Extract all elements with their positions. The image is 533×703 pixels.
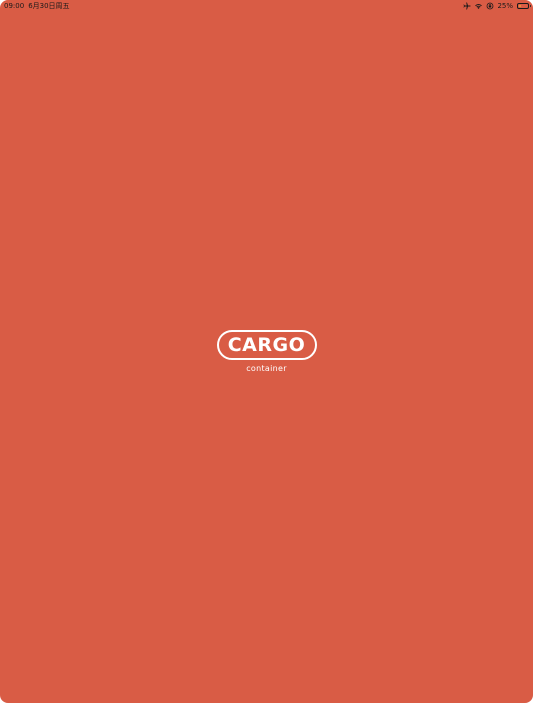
logo-subtitle: container bbox=[246, 364, 287, 373]
cargo-logo: CARGO bbox=[216, 330, 317, 360]
status-time: 09:00 bbox=[4, 2, 25, 10]
status-left: 09:00 6月30日周五 bbox=[4, 1, 70, 11]
logo-text: CARGO bbox=[227, 333, 306, 356]
status-bar: 09:00 6月30日周五 25% bbox=[0, 0, 533, 12]
orientation-lock-icon bbox=[486, 2, 494, 10]
app-screen: 09:00 6月30日周五 25% CARGO container bbox=[0, 0, 533, 703]
battery-level bbox=[519, 5, 521, 7]
battery-icon bbox=[517, 3, 531, 9]
airplane-icon bbox=[463, 2, 472, 10]
wifi-icon bbox=[474, 2, 483, 10]
splash-logo: CARGO container bbox=[0, 330, 533, 373]
status-right: 25% bbox=[463, 2, 531, 10]
battery-percent: 25% bbox=[497, 2, 513, 10]
status-date: 6月30日周五 bbox=[28, 2, 70, 10]
